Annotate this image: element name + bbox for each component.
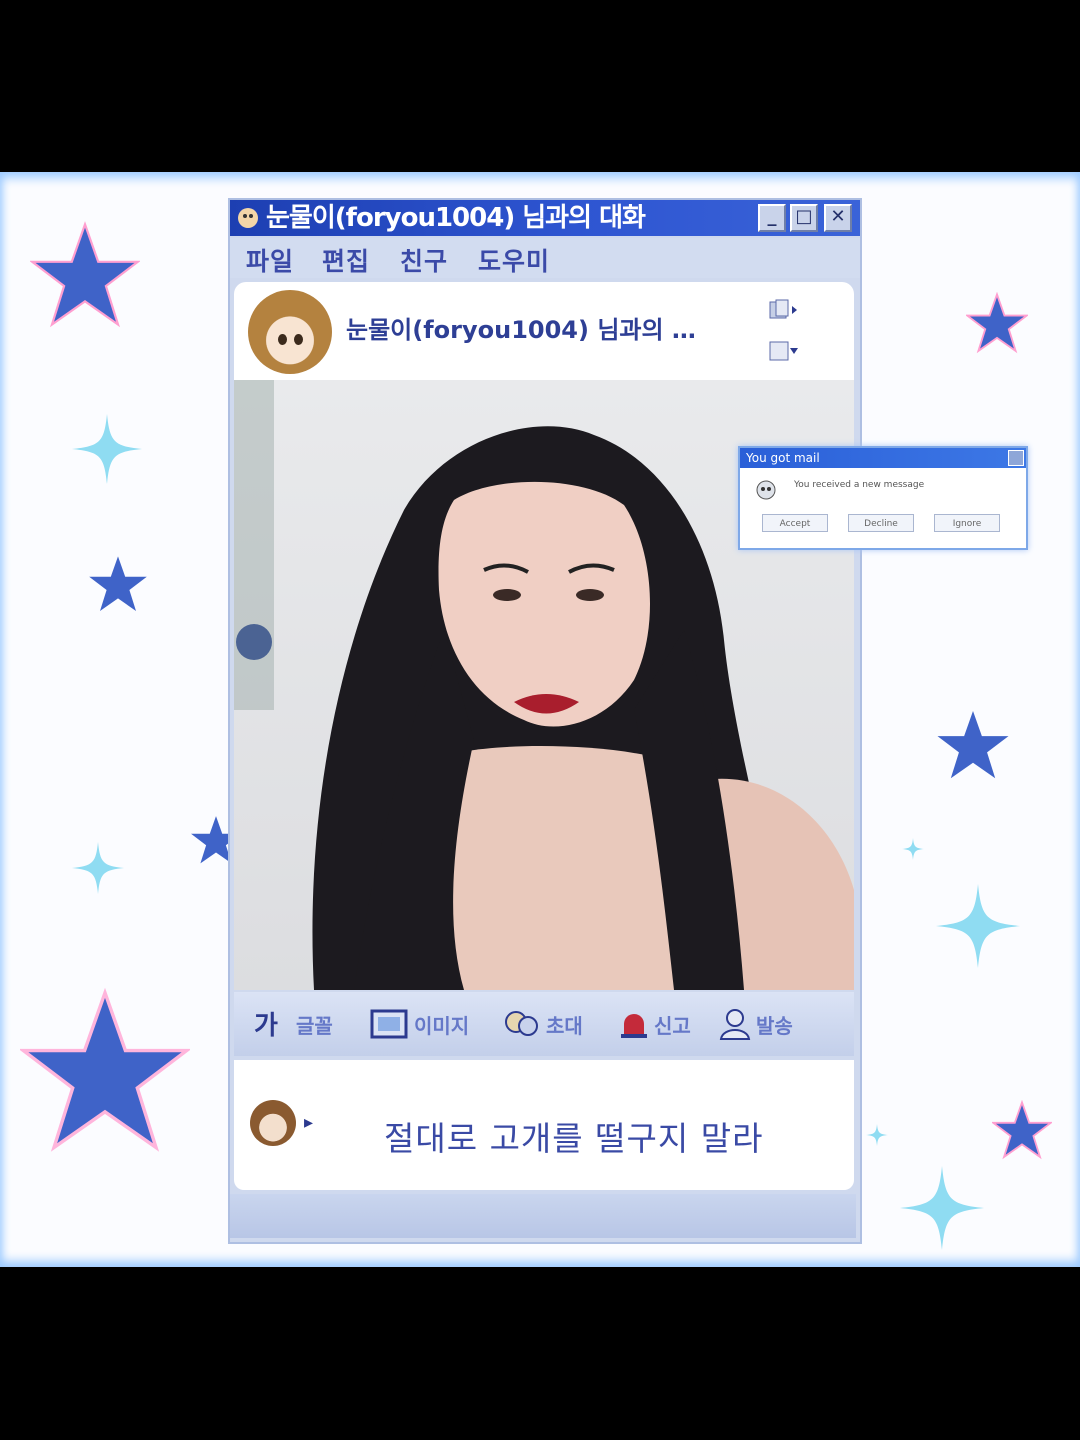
star-decoration: [30, 221, 140, 328]
sender-avatar: [250, 1100, 296, 1146]
title-bar[interactable]: 눈물이(foryou1004) 님과의 대화 _ □ ✕: [230, 200, 860, 236]
star-decoration: [89, 556, 147, 611]
mail-popup: You got mail You received a new message …: [738, 446, 1028, 550]
image-button[interactable]: 이미지: [370, 1006, 469, 1042]
block-icon: [719, 1009, 751, 1040]
report-button[interactable]: 신고: [618, 1006, 691, 1042]
sparkle-decoration: [72, 842, 124, 894]
chat-message: 절대로 고개를 떨구지 말라: [384, 1119, 764, 1158]
mail-icon: [756, 480, 776, 500]
block-button[interactable]: 발송: [718, 1006, 793, 1042]
sparkle-decoration: [902, 838, 924, 860]
menu-file[interactable]: 파일: [246, 242, 294, 278]
avatar[interactable]: [248, 290, 332, 374]
sparkle-decoration: [866, 1124, 888, 1146]
minimize-button[interactable]: _: [758, 204, 786, 232]
popup-title: You got mail: [746, 451, 820, 465]
star-decoration: [20, 987, 190, 1152]
sparkle-decoration: [936, 884, 1020, 968]
close-button[interactable]: ✕: [824, 204, 852, 232]
menu-friends[interactable]: 친구: [400, 242, 448, 278]
star-decoration: [992, 1100, 1052, 1160]
menu-bar: 파일 편집 친구 도우미: [230, 238, 860, 278]
header-name: 눈물이(foryou1004) 님과의 …: [346, 316, 696, 344]
window-title: 눈물이(foryou1004) 님과의 대화: [266, 203, 646, 233]
chat-window: 눈물이(foryou1004) 님과의 대화 _ □ ✕ 파일 편집 친구 도우…: [228, 198, 862, 1244]
svg-text:가: 가: [254, 1011, 278, 1040]
popup-message: You received a new message: [794, 480, 925, 490]
sparkle-decoration: [72, 414, 142, 484]
star-decoration: [966, 292, 1028, 354]
app-icon: [238, 208, 258, 228]
maximize-button[interactable]: □: [790, 204, 818, 232]
font-button[interactable]: 가 글꼴: [252, 1006, 333, 1042]
message-input-bar[interactable]: [230, 1194, 856, 1238]
popup-title-bar: You got mail: [740, 448, 1026, 468]
chat-message-panel: ▸ 절대로 고개를 떨구지 말라: [234, 1060, 854, 1190]
decline-button[interactable]: Decline: [848, 514, 914, 532]
file-transfer-icon[interactable]: [768, 298, 798, 322]
ignore-button[interactable]: Ignore: [934, 514, 1000, 532]
image-icon: [370, 1009, 408, 1039]
chat-toolbar: 가 글꼴 이미지 초대 신고 발송: [234, 992, 854, 1056]
alert-icon: [621, 1014, 647, 1038]
chat-header: 눈물이(foryou1004) 님과의 …: [234, 282, 854, 380]
sparkle-decoration: [900, 1166, 984, 1250]
font-icon: 가: [254, 1011, 278, 1040]
options-icon[interactable]: [768, 338, 798, 362]
popup-close-button[interactable]: [1008, 450, 1024, 466]
accept-button[interactable]: Accept: [762, 514, 828, 532]
invite-button[interactable]: 초대: [502, 1006, 583, 1042]
menu-edit[interactable]: 편집: [322, 242, 370, 278]
invite-icon: [505, 1011, 538, 1036]
menu-help[interactable]: 도우미: [478, 242, 550, 278]
star-decoration: [937, 710, 1009, 779]
arrow-right-icon: ▸: [304, 1112, 314, 1133]
